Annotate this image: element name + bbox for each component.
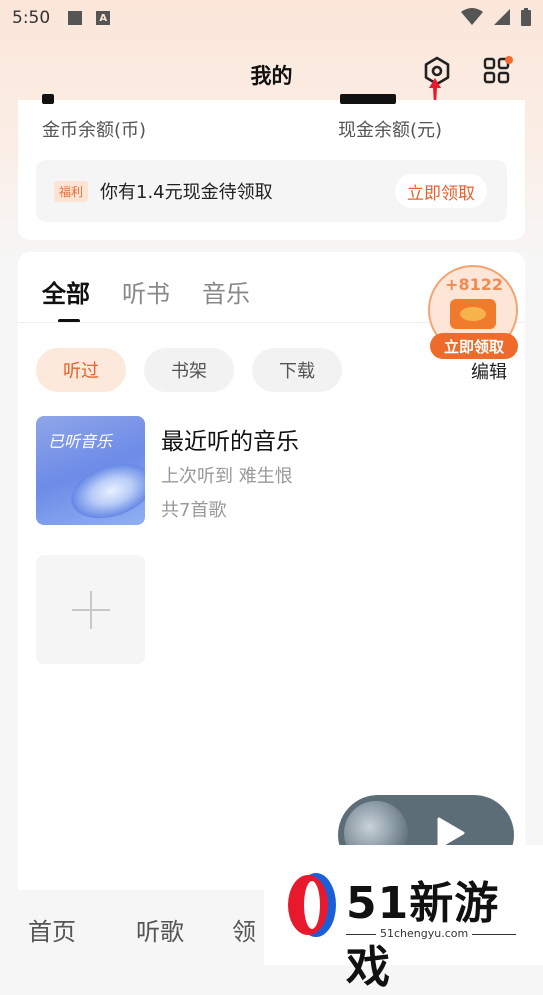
coin-balance-value [42,94,54,104]
status-icons [461,8,531,26]
plus-icon [71,590,110,629]
signal-icon [494,9,510,25]
coin-box-icon [450,299,496,329]
wifi-icon [461,8,483,25]
cash-balance-value [340,94,396,104]
tab-audiobooks[interactable]: 听书 [122,274,170,309]
welfare-banner[interactable]: 福利 你有1.4元现金待领取 立即领取 [36,160,507,222]
tab-all[interactable]: 全部 [42,274,90,309]
tab-music[interactable]: 音乐 [202,274,250,309]
playlist-last-played: 上次听到 难生恨 [161,466,293,487]
cash-balance-label[interactable]: 现金余额(元) [338,116,442,142]
playlist-cover: 已听音乐 [36,416,145,525]
watermark-url: 51chengyu.com [376,927,473,940]
add-playlist-button[interactable] [36,555,145,664]
recent-music-playlist[interactable]: 已听音乐 最近听的音乐 上次听到 难生恨 共7首歌 [36,416,506,526]
wallet-card: 金币余额(币) 现金余额(元) 福利 你有1.4元现金待领取 立即领取 [18,94,525,240]
nav-home[interactable]: 首页 [28,912,76,947]
reward-count: +8122 [445,275,503,294]
welfare-text: 你有1.4元现金待领取 [100,182,273,203]
nav-rewards[interactable]: 领 [232,912,256,947]
keyboard-icon: A [96,11,111,25]
filter-downloads[interactable]: 下载 [252,348,342,392]
reward-claim-label: 立即领取 [430,333,518,359]
filter-listened[interactable]: 听过 [36,348,126,392]
battery-icon [521,8,531,26]
watermark: 51新游戏 51chengyu.com [264,845,543,993]
reward-float-button[interactable]: +8122 立即领取 [428,265,520,363]
filter-bookshelf[interactable]: 书架 [144,348,234,392]
cover-text: 已听音乐 [48,432,113,451]
title-bar: 我的 [0,52,543,96]
notification-icon [68,11,83,25]
welfare-tag: 福利 [54,181,89,202]
apps-grid-icon [483,56,513,84]
playlist-title: 最近听的音乐 [161,429,299,455]
disc-icon [64,454,145,525]
filter-chips: 听过 书架 下载 [36,348,342,392]
status-time: 5:50 [12,8,51,28]
coin-balance-label[interactable]: 金币余额(币) [42,116,146,142]
playlist-count: 共7首歌 [161,500,227,521]
page-title: 我的 [250,64,293,88]
nav-listen[interactable]: 听歌 [136,912,184,947]
claim-cash-button[interactable]: 立即领取 [395,174,487,208]
watermark-logo-icon [288,873,336,937]
more-apps-button[interactable] [480,54,516,88]
status-bar: 5:50 A [0,0,543,36]
library-tabs: 全部 听书 音乐 [42,274,250,309]
